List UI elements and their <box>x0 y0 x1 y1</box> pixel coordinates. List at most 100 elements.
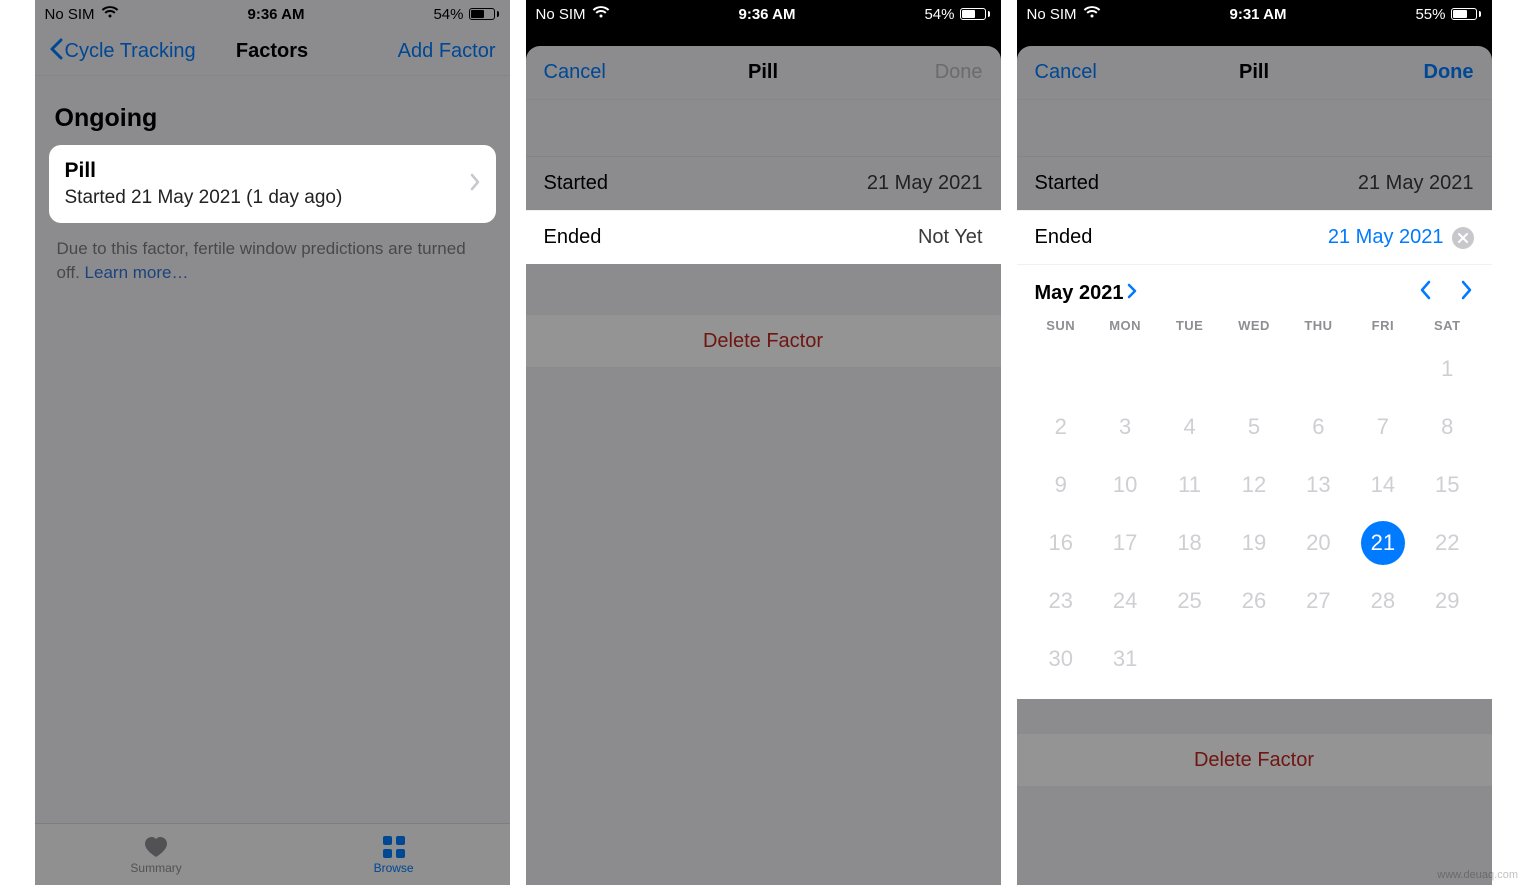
edit-factor-sheet: Cancel Pill Done Started 21 May 2021 End… <box>1017 46 1492 885</box>
cancel-button[interactable]: Cancel <box>544 61 606 84</box>
clear-date-button[interactable] <box>1452 227 1474 249</box>
calendar-day[interactable]: 4 <box>1157 405 1221 449</box>
calendar-day[interactable]: 30 <box>1029 637 1093 681</box>
calendar-day[interactable]: 2 <box>1029 405 1093 449</box>
add-factor-button[interactable]: Add Factor <box>398 40 496 63</box>
started-label: Started <box>544 172 608 195</box>
battery-icon <box>1451 8 1481 20</box>
calendar-day[interactable]: 14 <box>1351 463 1415 507</box>
calendar-day[interactable]: 17 <box>1093 521 1157 565</box>
day-of-week-header: SUN <box>1029 318 1093 333</box>
done-button[interactable]: Done <box>1424 61 1474 84</box>
factor-subtitle: Started 21 May 2021 (1 day ago) <box>65 187 343 209</box>
calendar-day[interactable]: 6 <box>1286 405 1350 449</box>
calendar-day[interactable]: 12 <box>1222 463 1286 507</box>
battery-percent: 54% <box>433 6 463 23</box>
delete-factor-button[interactable]: Delete Factor <box>526 314 1001 368</box>
row-ended[interactable]: Ended 21 May 2021 <box>1017 210 1492 264</box>
back-button[interactable]: Cycle Tracking <box>49 38 196 66</box>
ended-label: Ended <box>1035 226 1093 249</box>
tab-browse-label: Browse <box>374 861 414 875</box>
chevron-left-icon <box>49 38 63 66</box>
calendar-day[interactable]: 25 <box>1157 579 1221 623</box>
status-bar: No SIM 9:36 AM 54% <box>526 0 1001 28</box>
done-button[interactable]: Done <box>935 61 983 84</box>
learn-more-link[interactable]: Learn more… <box>85 263 189 282</box>
carrier-text: No SIM <box>45 6 95 23</box>
calendar-day[interactable]: 15 <box>1415 463 1479 507</box>
calendar-day[interactable]: 7 <box>1351 405 1415 449</box>
sheet-header: Cancel Pill Done <box>526 46 1001 100</box>
edit-factor-sheet: Cancel Pill Done Started 21 May 2021 End… <box>526 46 1001 885</box>
calendar-day[interactable]: 28 <box>1351 579 1415 623</box>
calendar-day[interactable]: 26 <box>1222 579 1286 623</box>
calendar-day[interactable]: 18 <box>1157 521 1221 565</box>
cancel-button[interactable]: Cancel <box>1035 61 1097 84</box>
calendar-day[interactable]: 1 <box>1415 347 1479 391</box>
calendar-day[interactable]: 9 <box>1029 463 1093 507</box>
section-header-ongoing: Ongoing <box>35 76 510 145</box>
clock-text: 9:36 AM <box>739 6 796 23</box>
sheet-title: Pill <box>748 61 778 84</box>
screenshot-3: No SIM 9:31 AM 55% Cancel Pill Done Star… <box>1017 0 1492 885</box>
tab-summary-label: Summary <box>130 861 181 875</box>
calendar-day[interactable]: 11 <box>1157 463 1221 507</box>
clock-text: 9:31 AM <box>1230 6 1287 23</box>
back-label: Cycle Tracking <box>65 40 196 63</box>
clock-text: 9:36 AM <box>248 6 305 23</box>
heart-icon <box>142 835 170 859</box>
ended-value: 21 May 2021 <box>1328 226 1444 249</box>
calendar-day[interactable]: 22 <box>1415 521 1479 565</box>
calendar-day[interactable]: 16 <box>1029 521 1093 565</box>
calendar-day[interactable]: 31 <box>1093 637 1157 681</box>
calendar-day[interactable]: 19 <box>1222 521 1286 565</box>
delete-factor-button[interactable]: Delete Factor <box>1017 733 1492 787</box>
day-of-week-header: MON <box>1093 318 1157 333</box>
calendar-day[interactable]: 13 <box>1286 463 1350 507</box>
calendar-day[interactable]: 8 <box>1415 405 1479 449</box>
calendar-day[interactable]: 29 <box>1415 579 1479 623</box>
day-of-week-header: THU <box>1286 318 1350 333</box>
calendar-day[interactable]: 23 <box>1029 579 1093 623</box>
battery-percent: 55% <box>1415 6 1445 23</box>
started-value: 21 May 2021 <box>867 172 983 195</box>
started-label: Started <box>1035 172 1099 195</box>
sheet-title: Pill <box>1239 61 1269 84</box>
wifi-icon <box>1083 5 1101 23</box>
screenshot-2: No SIM 9:36 AM 54% Cancel Pill Done Star… <box>526 0 1001 885</box>
calendar-day[interactable]: 3 <box>1093 405 1157 449</box>
calendar-day[interactable]: 27 <box>1286 579 1350 623</box>
carrier-text: No SIM <box>1027 6 1077 23</box>
factor-cell-pill[interactable]: Pill Started 21 May 2021 (1 day ago) <box>49 145 496 223</box>
status-bar: No SIM 9:31 AM 55% <box>1017 0 1492 28</box>
calendar-day[interactable]: 21 <box>1361 521 1405 565</box>
factor-title: Pill <box>65 159 343 183</box>
day-of-week-header: SAT <box>1415 318 1479 333</box>
next-month-button[interactable] <box>1460 279 1474 308</box>
calendar-day[interactable]: 5 <box>1222 405 1286 449</box>
tab-bar: Summary Browse <box>35 823 510 885</box>
calendar-grid: SUNMONTUEWEDTHUFRISAT1234567891011121314… <box>1029 318 1480 681</box>
row-started[interactable]: Started 21 May 2021 <box>1017 156 1492 210</box>
date-picker: May 2021 SUNMONTUEWEDTHUFRISAT1234567891… <box>1017 264 1492 699</box>
month-picker-button[interactable]: May 2021 <box>1035 282 1138 305</box>
calendar-day[interactable]: 20 <box>1286 521 1350 565</box>
watermark: www.deuaq.com <box>1437 869 1518 881</box>
battery-percent: 54% <box>924 6 954 23</box>
wifi-icon <box>592 5 610 23</box>
battery-icon <box>469 8 499 20</box>
calendar-day[interactable]: 10 <box>1093 463 1157 507</box>
tab-summary[interactable]: Summary <box>130 835 181 875</box>
calendar-day[interactable]: 24 <box>1093 579 1157 623</box>
row-ended[interactable]: Ended Not Yet <box>526 210 1001 264</box>
tab-browse[interactable]: Browse <box>374 835 414 875</box>
carrier-text: No SIM <box>536 6 586 23</box>
prev-month-button[interactable] <box>1418 279 1432 308</box>
footer-note: Due to this factor, fertile window predi… <box>35 223 510 299</box>
row-started[interactable]: Started 21 May 2021 <box>526 156 1001 210</box>
status-bar: No SIM 9:36 AM 54% <box>35 0 510 28</box>
ended-label: Ended <box>544 226 602 249</box>
month-label: May 2021 <box>1035 282 1124 305</box>
nav-bar: Cycle Tracking Factors Add Factor <box>35 28 510 76</box>
grid-icon <box>380 835 408 859</box>
